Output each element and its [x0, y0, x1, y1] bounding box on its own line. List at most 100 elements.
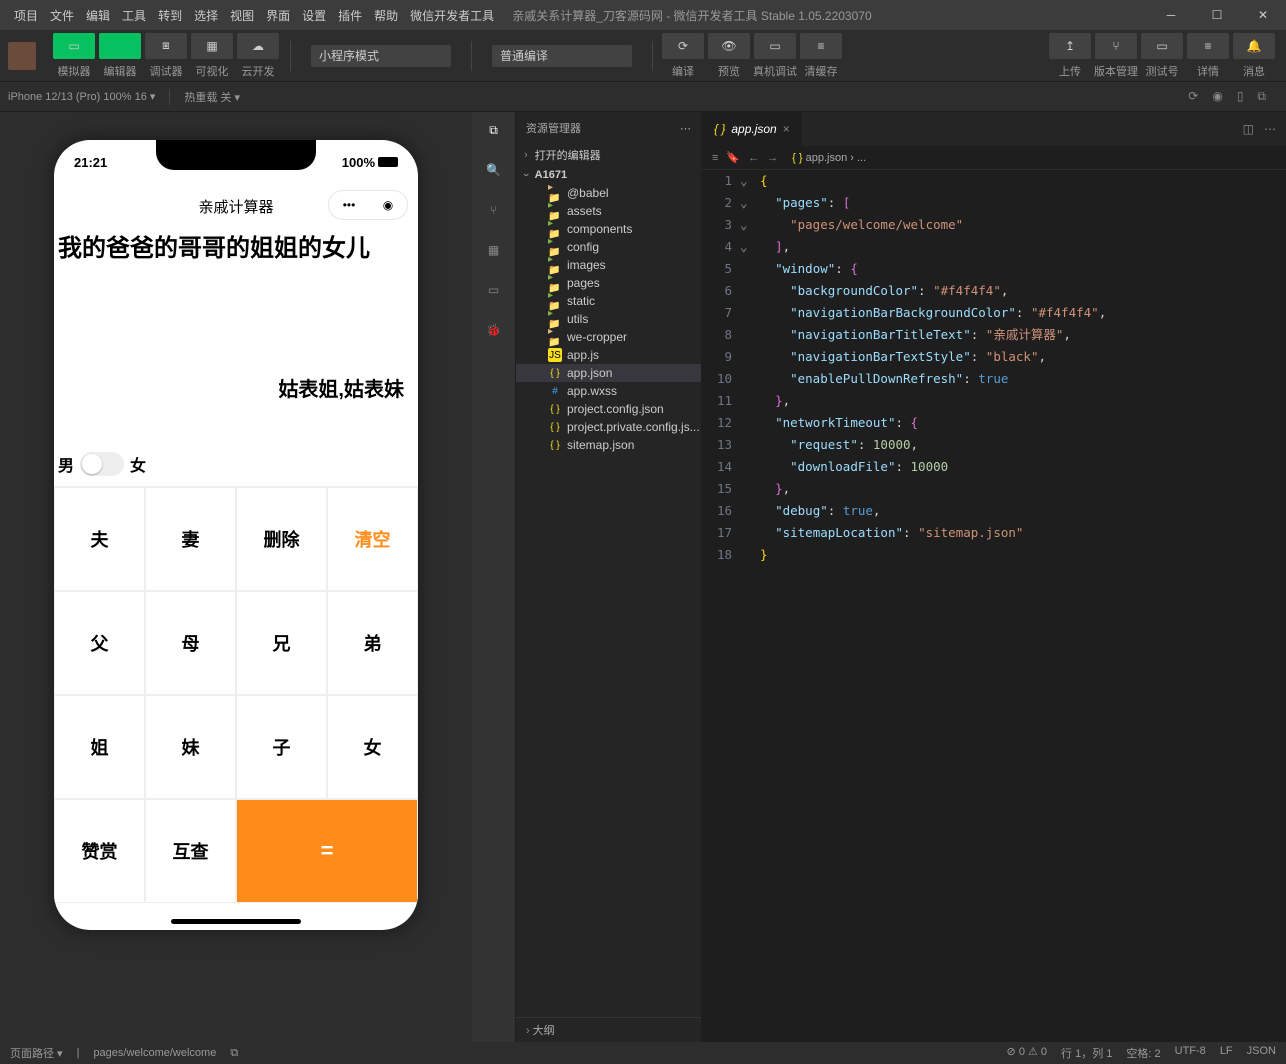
- page-path-label[interactable]: 页面路径 ▾: [10, 1045, 63, 1061]
- refresh-icon[interactable]: ⟳: [1188, 89, 1198, 104]
- list-icon[interactable]: ≡: [712, 152, 718, 164]
- cursor-position[interactable]: 行 1，列 1: [1061, 1045, 1112, 1061]
- menu-界面[interactable]: 界面: [260, 7, 296, 24]
- tree-pages[interactable]: ▸ 📁pages: [516, 274, 701, 292]
- tree-@babel[interactable]: ▸ 📁@babel: [516, 184, 701, 202]
- tb-测试号[interactable]: ▭: [1141, 33, 1183, 59]
- eol[interactable]: LF: [1220, 1045, 1233, 1061]
- tree-images[interactable]: ▸ 📁images: [516, 256, 701, 274]
- menu-设置[interactable]: 设置: [296, 7, 332, 24]
- tb-编辑器[interactable]: [99, 33, 141, 59]
- menu-编辑[interactable]: 编辑: [80, 7, 116, 24]
- tb-编译[interactable]: ⟳: [662, 33, 704, 59]
- tb-消息[interactable]: 🔔: [1233, 33, 1275, 59]
- menu-转到[interactable]: 转到: [152, 7, 188, 24]
- menu-插件[interactable]: 插件: [332, 7, 368, 24]
- menu-项目[interactable]: 项目: [8, 7, 44, 24]
- device-selector[interactable]: iPhone 12/13 (Pro) 100% 16 ▾: [8, 90, 155, 103]
- tree-components[interactable]: ▸ 📁components: [516, 220, 701, 238]
- key-父[interactable]: 父: [54, 591, 145, 695]
- key-清空[interactable]: 清空: [327, 487, 418, 591]
- tab-app-json[interactable]: { } app.json ×: [702, 112, 803, 146]
- key-母[interactable]: 母: [145, 591, 236, 695]
- mode-select[interactable]: 小程序模式: [311, 45, 451, 67]
- hot-reload-toggle[interactable]: 热重载 关 ▾: [184, 89, 240, 105]
- scm-icon[interactable]: ⑂: [482, 198, 506, 222]
- json-icon: { }: [548, 402, 562, 416]
- key-女[interactable]: 女: [327, 695, 418, 799]
- debug-icon[interactable]: 🐞: [482, 318, 506, 342]
- tree-sitemap.json[interactable]: { }sitemap.json: [516, 436, 701, 454]
- language-mode[interactable]: JSON: [1247, 1045, 1276, 1061]
- device-icon[interactable]: ▯: [1237, 89, 1244, 104]
- copy-icon[interactable]: ⧉: [230, 1047, 238, 1060]
- key-弟[interactable]: 弟: [327, 591, 418, 695]
- key-妻[interactable]: 妻: [145, 487, 236, 591]
- key-子[interactable]: 子: [236, 695, 327, 799]
- section-outline[interactable]: 大纲: [516, 1017, 701, 1042]
- key-姐[interactable]: 姐: [54, 695, 145, 799]
- maximize-button[interactable]: ☐: [1194, 0, 1240, 30]
- split-editor-icon[interactable]: ◫: [1243, 122, 1254, 136]
- key-=[interactable]: =: [236, 799, 418, 903]
- popout-icon[interactable]: ⧉: [1257, 89, 1266, 104]
- record-icon[interactable]: ◉: [1212, 89, 1222, 104]
- minimize-button[interactable]: ─: [1148, 0, 1194, 30]
- tb-可视化[interactable]: ▦: [191, 33, 233, 59]
- nav-fwd-icon[interactable]: →: [767, 152, 778, 164]
- tree-assets[interactable]: ▸ 📁assets: [516, 202, 701, 220]
- tree-app.js[interactable]: JSapp.js: [516, 346, 701, 364]
- avatar[interactable]: [8, 42, 36, 70]
- menu-帮助[interactable]: 帮助: [368, 7, 404, 24]
- section-open-editors[interactable]: 打开的编辑器: [516, 144, 701, 166]
- tree-static[interactable]: ▸ 📁static: [516, 292, 701, 310]
- key-夫[interactable]: 夫: [54, 487, 145, 591]
- explorer-icon[interactable]: ⧉: [482, 118, 506, 142]
- encoding[interactable]: UTF-8: [1175, 1045, 1206, 1061]
- menu-工具[interactable]: 工具: [116, 7, 152, 24]
- nav-back-icon[interactable]: ←: [748, 152, 759, 164]
- code-editor[interactable]: 123456789101112131415161718 ⌄⌄⌄⌄ { "page…: [702, 170, 1286, 1042]
- tree-project.private.config.js...[interactable]: { }project.private.config.js...: [516, 418, 701, 436]
- explorer-more-icon[interactable]: ⋯: [680, 122, 691, 135]
- ext2-icon[interactable]: ▭: [482, 278, 506, 302]
- gender-switch[interactable]: [80, 452, 124, 476]
- ext1-icon[interactable]: ▦: [482, 238, 506, 262]
- key-兄[interactable]: 兄: [236, 591, 327, 695]
- close-button[interactable]: ✕: [1240, 0, 1286, 30]
- tree-utils[interactable]: ▸ 📁utils: [516, 310, 701, 328]
- tree-app.json[interactable]: { }app.json: [516, 364, 701, 382]
- tb-真机调试[interactable]: ▭: [754, 33, 796, 59]
- menu-微信开发者工具[interactable]: 微信开发者工具: [404, 7, 500, 24]
- capsule-menu[interactable]: •••◉: [328, 190, 408, 220]
- search-icon[interactable]: 🔍: [482, 158, 506, 182]
- tree-config[interactable]: ▸ 📁config: [516, 238, 701, 256]
- tree-app.wxss[interactable]: #app.wxss: [516, 382, 701, 400]
- key-互查[interactable]: 互查: [145, 799, 236, 903]
- compile-select[interactable]: 普通编译: [492, 45, 632, 67]
- key-删除[interactable]: 删除: [236, 487, 327, 591]
- tb-版本管理[interactable]: ⑂: [1095, 33, 1137, 59]
- tb-调试器[interactable]: ⧆: [145, 33, 187, 59]
- tb-云开发[interactable]: ☁: [237, 33, 279, 59]
- tree-we-cropper[interactable]: ▸ 📁we-cropper: [516, 328, 701, 346]
- menu-选择[interactable]: 选择: [188, 7, 224, 24]
- tree-project.config.json[interactable]: { }project.config.json: [516, 400, 701, 418]
- tb-上传[interactable]: ↥: [1049, 33, 1091, 59]
- more-icon[interactable]: ⋯: [1264, 122, 1276, 136]
- page-path[interactable]: pages/welcome/welcome: [93, 1047, 216, 1059]
- tb-模拟器[interactable]: ▭: [53, 33, 95, 59]
- key-妹[interactable]: 妹: [145, 695, 236, 799]
- key-赞赏[interactable]: 赞赏: [54, 799, 145, 903]
- tb-预览[interactable]: 👁: [708, 33, 750, 59]
- folder-icon: ▸ 📁: [548, 330, 562, 344]
- section-project-root[interactable]: A1671: [516, 166, 701, 184]
- bookmark-icon[interactable]: 🔖: [726, 151, 740, 164]
- tb-清缓存[interactable]: ≡: [800, 33, 842, 59]
- menu-视图[interactable]: 视图: [224, 7, 260, 24]
- indent[interactable]: 空格: 2: [1126, 1045, 1160, 1061]
- menu-文件[interactable]: 文件: [44, 7, 80, 24]
- tb-详情[interactable]: ≡: [1187, 33, 1229, 59]
- close-icon[interactable]: ×: [783, 122, 790, 136]
- problems[interactable]: ⊘ 0 ⚠ 0: [1007, 1045, 1048, 1061]
